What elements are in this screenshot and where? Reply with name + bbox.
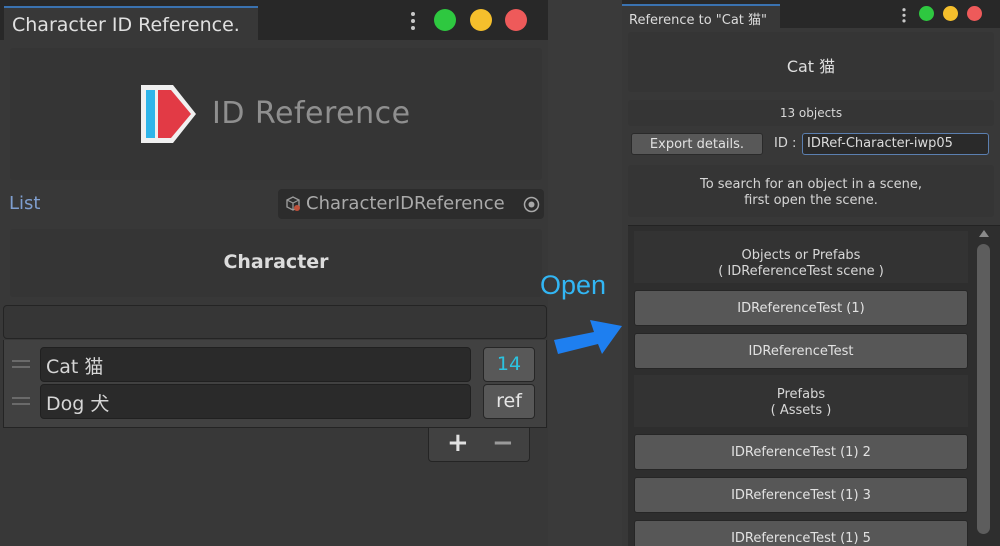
list-item-name-field[interactable]: Dog 犬	[40, 384, 471, 419]
left-window-tab[interactable]: Character ID Reference.	[4, 6, 258, 40]
minimize-button[interactable]	[943, 6, 958, 21]
close-button[interactable]	[505, 9, 527, 31]
left-tabbar: Character ID Reference.	[0, 0, 548, 40]
scriptable-object-icon	[286, 196, 300, 211]
open-annotation: Open	[540, 270, 607, 300]
close-button[interactable]	[967, 6, 982, 21]
section-subtitle: ( IDReferenceTest scene )	[718, 264, 884, 279]
list-label: List	[9, 193, 41, 214]
object-count: 13 objects	[779, 106, 843, 120]
add-item-button[interactable]: +	[447, 428, 469, 458]
result-item[interactable]: IDReferenceTest (1) 3	[634, 477, 968, 513]
remove-item-button[interactable]: −	[492, 428, 514, 458]
result-item-label: IDReferenceTest (1) 3	[731, 488, 871, 503]
list-header-bar	[3, 305, 547, 339]
ref-button[interactable]: ref	[483, 384, 535, 419]
category-title: Character	[223, 251, 329, 273]
right-tab-title: Reference to "Cat 猫"	[629, 13, 768, 28]
result-item-label: IDReferenceTest	[748, 344, 854, 359]
reference-header: Cat 猫	[628, 32, 994, 92]
left-window: Character ID Reference. ID Reference Lis…	[0, 0, 548, 546]
right-tabbar: Reference to "Cat 猫"	[622, 0, 1000, 28]
results-scroll-area[interactable]: Objects or Prefabs ( IDReferenceTest sce…	[628, 225, 1000, 546]
scrollbar-thumb[interactable]	[977, 244, 990, 534]
reference-object-value: CharacterIDReference	[306, 193, 505, 214]
more-options-icon[interactable]	[902, 8, 906, 25]
id-value: IDRef-Character-iwp05	[807, 136, 953, 151]
maximize-button[interactable]	[434, 9, 456, 31]
minimize-button[interactable]	[470, 9, 492, 31]
hint-line-1: To search for an object in a scene,	[699, 177, 923, 192]
result-item-label: IDReferenceTest (1)	[737, 301, 865, 316]
ref-button-label: ref	[496, 390, 522, 412]
search-hint: To search for an object in a scene, firs…	[628, 165, 994, 217]
more-options-icon[interactable]	[411, 12, 415, 33]
result-item[interactable]: IDReferenceTest (1) 5	[634, 520, 968, 546]
left-tab-title: Character ID Reference.	[12, 14, 240, 36]
result-item-label: IDReferenceTest (1) 5	[731, 531, 871, 546]
object-count-bar: 13 objects	[628, 100, 994, 126]
result-item[interactable]: IDReferenceTest	[634, 333, 968, 369]
export-details-button[interactable]: Export details.	[631, 133, 763, 155]
reference-count-button[interactable]: 14	[483, 347, 535, 382]
id-reference-logo-icon	[141, 85, 196, 143]
section-header: Prefabs ( Assets )	[634, 375, 968, 427]
list-item-name: Cat 猫	[46, 356, 104, 378]
reference-count-label: 14	[496, 353, 522, 375]
result-item[interactable]: IDReferenceTest (1) 2	[634, 434, 968, 470]
section-header: Objects or Prefabs ( IDReferenceTest sce…	[634, 231, 968, 283]
scroll-up-icon[interactable]	[979, 230, 989, 237]
section-title: Prefabs	[776, 387, 826, 402]
list-footer: + −	[428, 428, 530, 462]
maximize-button[interactable]	[919, 6, 934, 21]
export-details-label: Export details.	[649, 137, 745, 152]
drag-handle-icon[interactable]	[12, 397, 30, 409]
right-window: Reference to "Cat 猫" Cat 猫 13 objects Ex…	[622, 0, 1000, 546]
result-item[interactable]: IDReferenceTest (1)	[634, 290, 968, 326]
hint-line-2: first open the scene.	[744, 193, 878, 208]
section-subtitle: ( Assets )	[770, 403, 832, 418]
arrow-right-icon	[554, 320, 622, 354]
reference-title: Cat 猫	[786, 57, 836, 76]
list-item-name: Dog 犬	[46, 393, 110, 415]
result-item-label: IDReferenceTest (1) 2	[731, 445, 871, 460]
reference-object-field[interactable]: CharacterIDReference	[278, 189, 544, 219]
drag-handle-icon[interactable]	[12, 360, 30, 372]
id-label: ID :	[774, 136, 797, 151]
category-header: Character	[10, 229, 542, 297]
section-title: Objects or Prefabs	[741, 248, 861, 263]
id-field[interactable]: IDRef-Character-iwp05	[802, 133, 989, 155]
logo-text: ID Reference	[212, 96, 411, 131]
list-item-name-field[interactable]: Cat 猫	[40, 347, 471, 382]
object-picker-icon[interactable]	[523, 196, 540, 213]
right-window-tab[interactable]: Reference to "Cat 猫"	[622, 4, 780, 28]
